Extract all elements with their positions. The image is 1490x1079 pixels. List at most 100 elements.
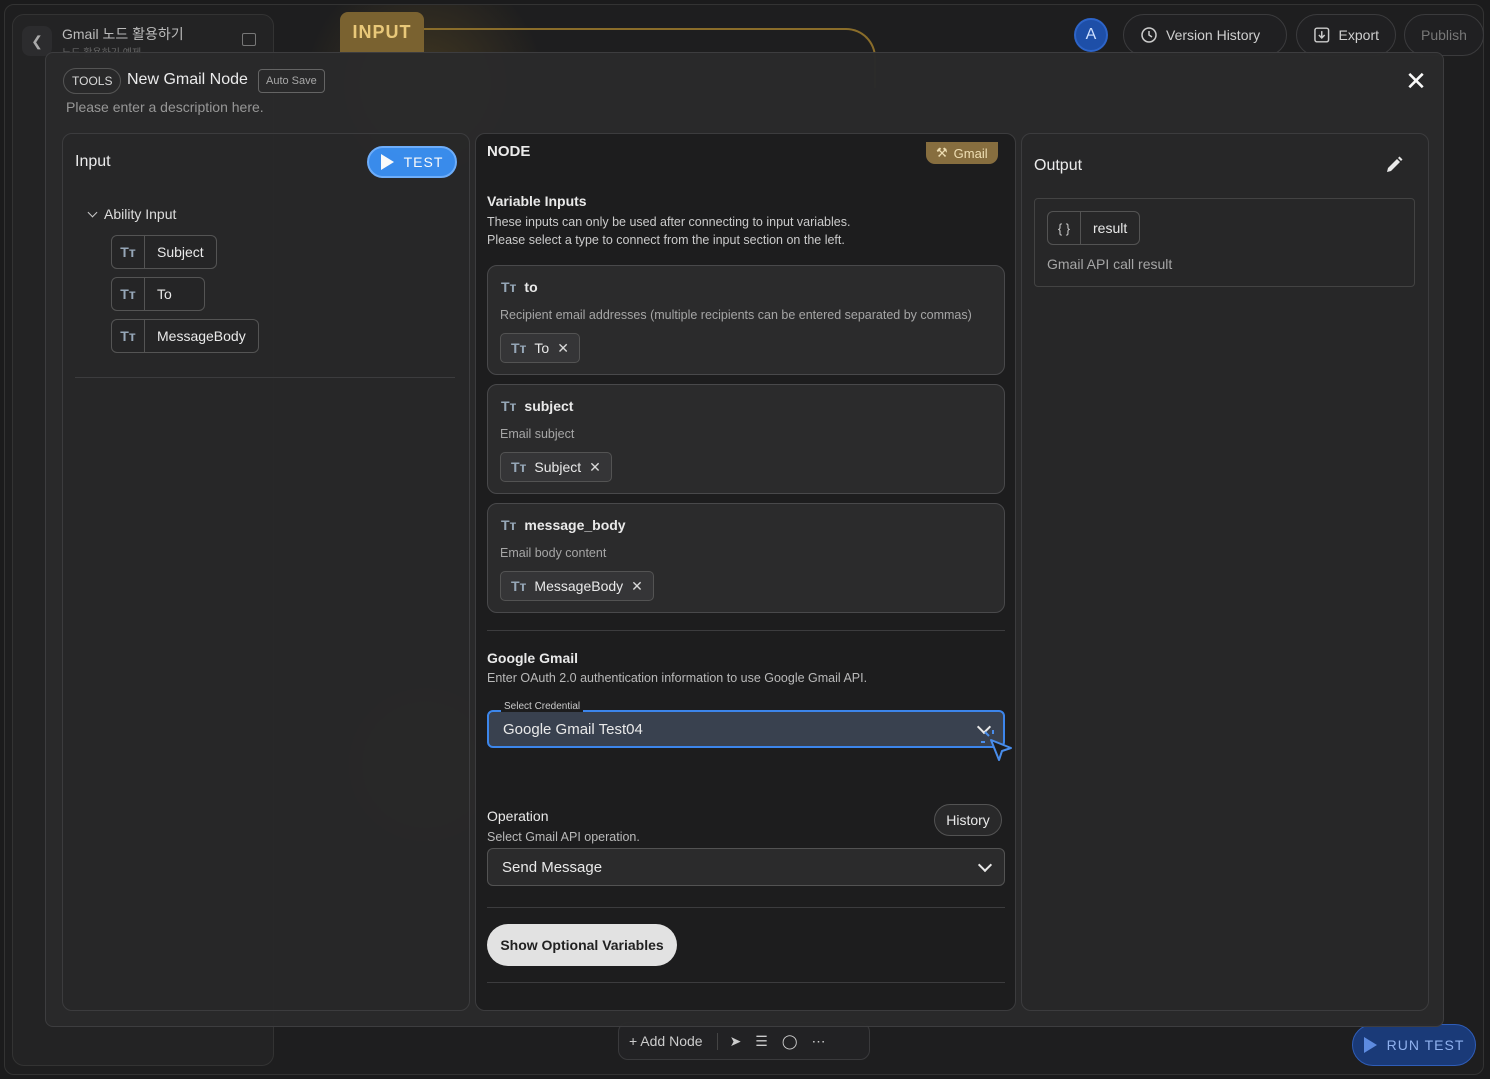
cursor-tool-icon[interactable]: ➤ [716,1032,741,1050]
variable-name: Tᴛ to [501,279,538,295]
test-label: TEST [403,154,444,170]
bound-variable-label: Subject [534,459,582,475]
add-node-button[interactable]: + Add Node [629,1033,703,1049]
text-type-icon: Tᴛ [501,398,517,414]
input-panel-title: Input [75,153,111,170]
text-type-icon: Tᴛ [112,320,145,352]
test-button[interactable]: TEST [367,146,457,178]
tools-icon: ⚒ [936,145,948,160]
variable-inputs-title: Variable Inputs [487,193,587,209]
input-item-label: To [157,286,172,302]
run-test-label: RUN TEST [1386,1037,1465,1053]
variable-card-message-body: Tᴛ message_body Email body content Tᴛ Mess… [487,503,1005,613]
divider [487,630,1005,631]
gmail-tag-label: Gmail [953,145,988,161]
ability-input-group[interactable]: Ability Input [87,206,177,222]
remove-icon[interactable]: ✕ [557,340,569,357]
text-type-icon: Tᴛ [511,340,527,356]
version-history-button[interactable]: Version History [1123,14,1287,56]
variable-inputs-description: These inputs can only be used after conn… [487,213,850,249]
notes-icon[interactable]: ☰ [755,1033,768,1050]
input-item-messagebody[interactable]: Tᴛ MessageBody [111,319,259,353]
chevron-down-icon [977,857,993,872]
show-optional-variables-button[interactable]: Show Optional Variables [487,924,677,966]
edit-icon[interactable] [1384,155,1404,175]
variable-card-subject: Tᴛ subject Email subject Tᴛ Subject ✕ [487,384,1005,494]
result-label: result [1093,220,1128,236]
remove-icon[interactable]: ✕ [631,578,643,595]
history-icon [1141,27,1157,43]
version-history-label: Version History [1166,27,1261,43]
node-panel-title: NODE [487,143,531,160]
operation-select[interactable]: Send Message [487,848,1005,886]
bound-variable-tag[interactable]: Tᴛ To ✕ [500,333,580,363]
variable-name-label: message_body [524,517,626,533]
input-item-to[interactable]: Tᴛ To [111,277,205,311]
google-gmail-description: Enter OAuth 2.0 authentication informati… [487,671,868,685]
divider [487,907,1005,908]
output-panel: Output { } result Gmail API call result [1021,133,1429,1011]
input-item-label: Subject [157,244,204,260]
text-type-icon: Tᴛ [112,236,145,268]
operation-value: Send Message [502,858,603,876]
remove-icon[interactable]: ✕ [589,459,601,476]
export-label: Export [1338,27,1379,43]
variable-card-to: Tᴛ to Recipient email addresses (multiple… [487,265,1005,375]
operation-title: Operation [487,808,549,824]
variable-name: Tᴛ message_body [501,517,626,533]
description-line: Please select a type to connect from the… [487,233,845,247]
text-type-icon: Tᴛ [501,517,517,533]
credential-select[interactable]: Google Gmail Test04 [487,710,1005,748]
output-variable-box: { } result Gmail API call result [1034,198,1415,287]
text-type-icon: Tᴛ [501,279,517,295]
back-button[interactable]: ❮ [22,26,52,56]
node-editor-modal: TOOLS New Gmail Node Auto Save Please en… [45,52,1444,1027]
play-icon [1363,1037,1377,1053]
run-test-button[interactable]: RUN TEST [1352,1024,1476,1066]
bound-variable-tag[interactable]: Tᴛ MessageBody ✕ [500,571,654,601]
modal-description[interactable]: Please enter a description here. [66,99,264,115]
publish-button[interactable]: Publish [1404,14,1484,56]
operation-description: Select Gmail API operation. [487,830,640,844]
bound-variable-label: To [534,340,550,356]
autosave-badge: Auto Save [258,69,325,93]
avatar[interactable]: A [1074,18,1108,52]
sidebar-toggle-icon[interactable] [242,33,256,46]
chevron-down-icon [87,207,98,217]
text-type-icon: Tᴛ [112,278,145,310]
modal-title[interactable]: New Gmail Node [127,71,248,89]
output-result-chip[interactable]: { } result [1047,211,1141,245]
description-line: These inputs can only be used after conn… [487,215,851,229]
bottom-toolbar: + Add Node ➤ ☰ ◯ ⋯ [618,1022,870,1060]
variable-description: Recipient email addresses (multiple reci… [500,308,972,322]
input-node-tag[interactable]: INPUT [340,12,424,52]
node-panel: NODE ⚒ Gmail Variable Inputs These input… [475,133,1016,1011]
play-icon [380,154,394,170]
publish-label: Publish [1421,27,1467,43]
mouse-cursor-icon [981,730,1012,761]
close-icon[interactable]: ✕ [1404,68,1428,94]
gmail-service-tag: ⚒ Gmail [926,142,998,164]
flow-title: Gmail 노드 활용하기 [62,26,184,42]
credential-value: Google Gmail Test04 [503,720,643,738]
ability-input-label: Ability Input [104,206,177,222]
google-gmail-title: Google Gmail [487,650,579,666]
history-button[interactable]: History [934,804,1002,836]
variable-description: Email subject [500,427,575,441]
credential-label: Select Credential [501,701,584,712]
object-type-icon: { } [1048,212,1081,244]
bound-variable-label: MessageBody [534,578,624,594]
input-item-subject[interactable]: Tᴛ Subject [111,235,217,269]
tools-badge: TOOLS [63,68,122,94]
input-item-label: MessageBody [157,328,246,344]
export-button[interactable]: Export [1296,14,1396,56]
variable-name: Tᴛ subject [501,398,573,414]
output-panel-title: Output [1034,157,1083,174]
input-panel: Input TEST Ability Input Tᴛ Subject Tᴛ T… [62,133,470,1011]
bound-variable-tag[interactable]: Tᴛ Subject ✕ [500,452,612,482]
more-icon[interactable]: ⋯ [812,1033,826,1050]
divider [487,982,1005,983]
variable-description: Email body content [500,546,607,560]
comment-icon[interactable]: ◯ [782,1033,798,1050]
variable-name-label: subject [524,398,574,414]
